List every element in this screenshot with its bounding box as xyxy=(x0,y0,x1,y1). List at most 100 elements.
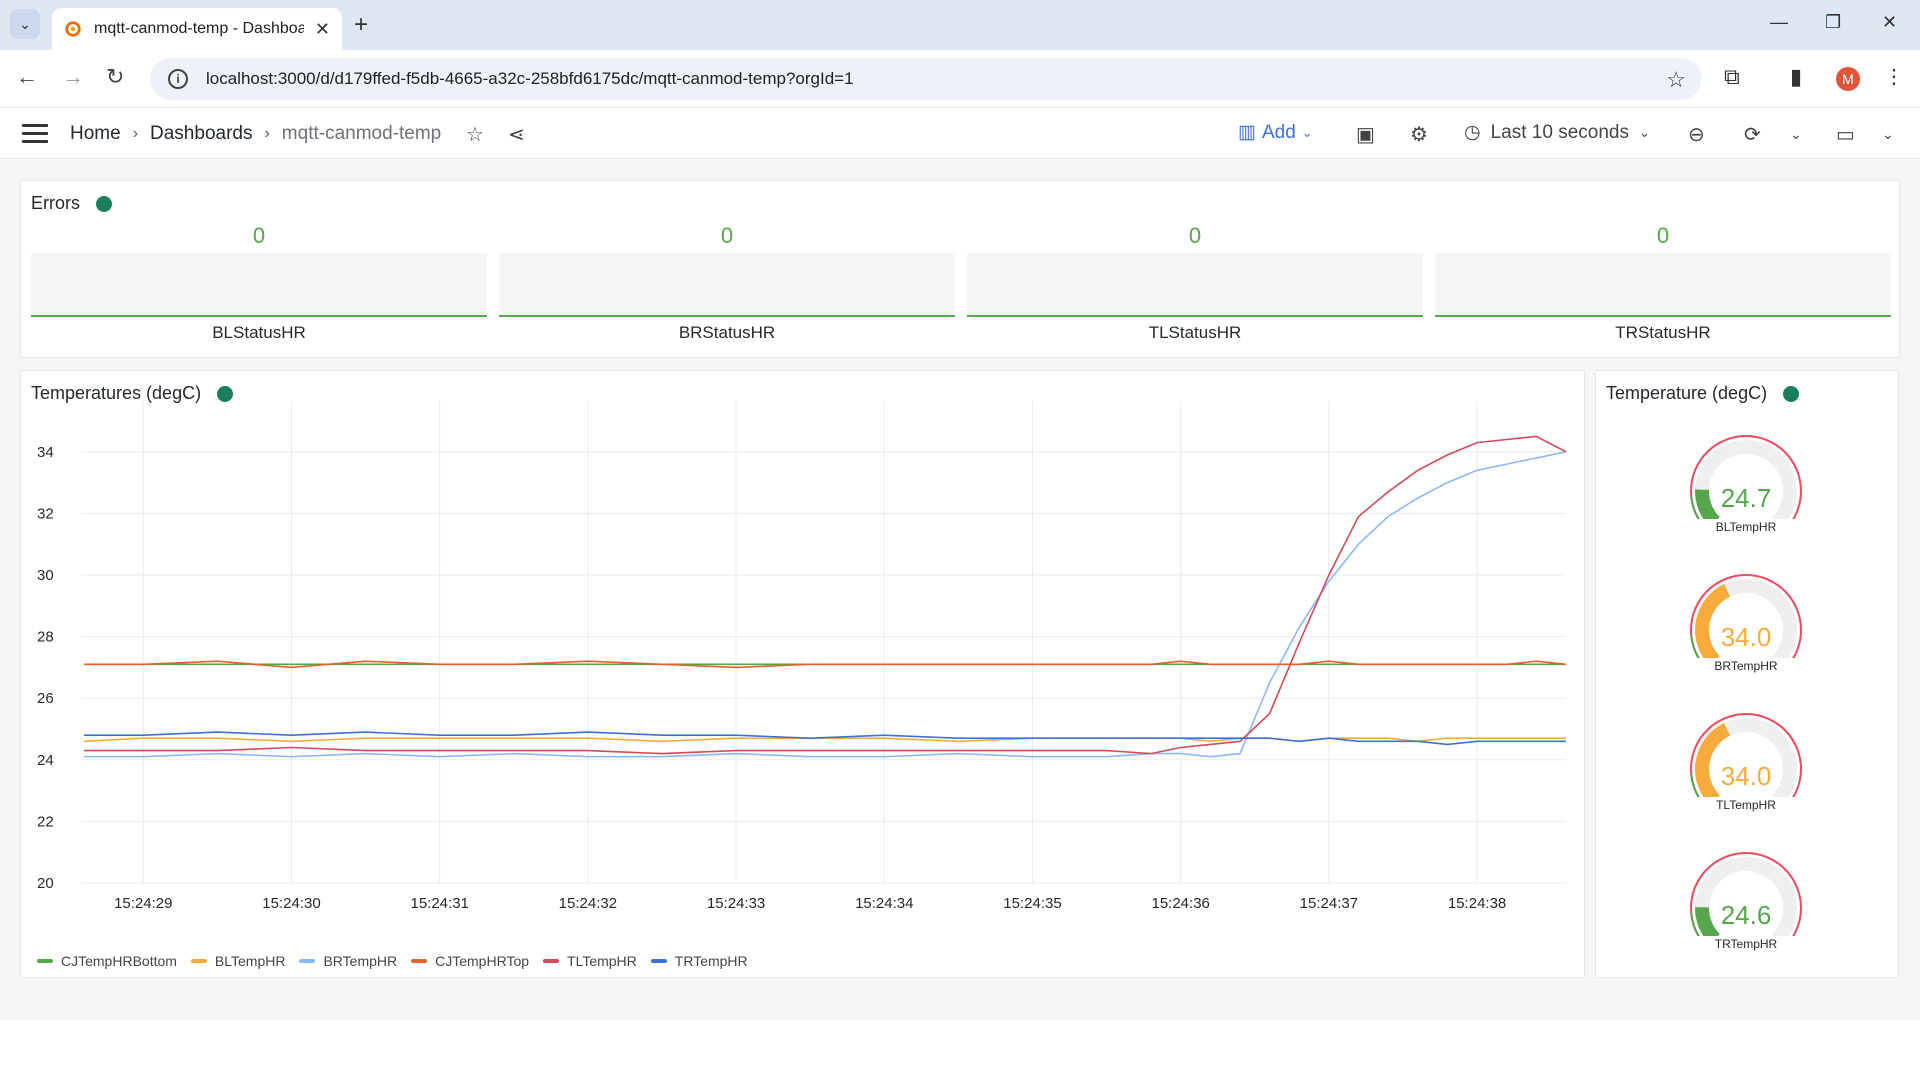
series-line-BRTempHR[interactable] xyxy=(84,451,1567,758)
stat-sparkline xyxy=(31,253,487,317)
dashboard-canvas: Errors 0 BLStatusHR 0 BRStatusHR 0 TLSta… xyxy=(0,160,1920,1020)
chevron-right-icon: › xyxy=(132,125,139,142)
tab-close-icon[interactable]: ✕ xyxy=(315,19,330,40)
clock-icon: ◷ xyxy=(1464,122,1481,143)
stat-label: BRStatusHR xyxy=(678,323,776,342)
refresh-interval-chevron-icon[interactable]: ⌄ xyxy=(1790,126,1802,143)
stat-br: 0 BRStatusHR xyxy=(499,223,955,343)
gauge-TLTempHR: 34.0 TLTempHR xyxy=(1686,707,1806,812)
legend-swatch-icon xyxy=(543,959,560,963)
legend-label: BLTempHR xyxy=(214,953,286,969)
legend-item[interactable]: BRTempHR xyxy=(299,953,397,969)
breadcrumb-current: mqtt-canmod-temp xyxy=(281,123,442,144)
refresh-icon[interactable]: ⟳ xyxy=(1744,122,1761,147)
legend-swatch-icon xyxy=(37,959,53,963)
legend-item[interactable]: BLTempHR xyxy=(190,953,286,969)
add-panel-icon: ▥ xyxy=(1238,122,1256,143)
view-mode-chevron-icon[interactable]: ⌄ xyxy=(1882,126,1894,143)
tab-search-button[interactable]: ⌄ xyxy=(10,9,40,39)
time-range-label: Last 10 seconds xyxy=(1490,121,1629,143)
y-tick-label: 22 xyxy=(37,813,54,830)
x-tick-label: 15:24:31 xyxy=(410,895,468,912)
gauge-value: 34.0 xyxy=(1721,622,1772,652)
stat-value: 0 xyxy=(720,223,734,248)
site-info-icon[interactable]: i xyxy=(168,69,188,89)
menu-icon[interactable] xyxy=(22,124,48,148)
x-tick-label: 15:24:32 xyxy=(559,895,617,912)
reload-icon[interactable]: ↻ xyxy=(106,64,124,90)
profile-avatar[interactable]: M xyxy=(1836,67,1860,91)
x-tick-label: 15:24:35 xyxy=(1003,895,1061,912)
y-tick-label: 26 xyxy=(37,690,54,707)
temperature-timeseries-chart[interactable]: 20 22 24 26 28 30 32 34 15:24:29 15:24:30 15:24:31… xyxy=(21,391,1586,951)
y-tick-label: 32 xyxy=(37,505,54,522)
stat-value: 0 xyxy=(252,223,266,248)
breadcrumb-dashboards[interactable]: Dashboards xyxy=(150,123,252,145)
x-tick-label: 15:24:37 xyxy=(1300,895,1358,912)
gear-icon[interactable]: ⚙ xyxy=(1410,122,1428,147)
series-line-TLTempHR[interactable] xyxy=(84,435,1567,755)
gauge-BRTempHR: 34.0 BRTempHR xyxy=(1686,568,1806,673)
add-label: Add xyxy=(1261,121,1296,143)
legend-label: TRTempHR xyxy=(674,953,748,969)
bookmark-star-icon[interactable]: ☆ xyxy=(1666,67,1686,93)
zoom-out-icon[interactable]: ⊖ xyxy=(1688,122,1705,147)
tv-mode-icon[interactable]: ▭ xyxy=(1836,122,1855,147)
x-tick-label: 15:24:30 xyxy=(262,895,320,912)
legend-item[interactable]: TLTempHR xyxy=(543,953,637,969)
legend-swatch-icon xyxy=(411,959,428,963)
gauge-value-arc xyxy=(1695,906,1721,945)
gauge-dial: 24.6 xyxy=(1690,852,1802,948)
gauge-value: 34.0 xyxy=(1721,761,1772,791)
stat-tr: 0 TRStatusHR xyxy=(1435,223,1891,343)
window-close-icon[interactable]: ✕ xyxy=(1882,12,1897,33)
stat-tl: 0 TLStatusHR xyxy=(967,223,1423,343)
status-dot-icon xyxy=(96,195,112,212)
share-icon[interactable]: ⋖ xyxy=(508,122,525,147)
x-tick-label: 15:24:29 xyxy=(114,895,172,912)
chart-legend: CJTempHRBottom BLTempHR BRTempHR CJTempHRTo… xyxy=(37,953,748,969)
browser-tab[interactable]: mqtt-canmod-temp - Dashboar ✕ xyxy=(52,8,342,50)
x-tick-label: 15:24:34 xyxy=(855,895,913,912)
legend-swatch-icon xyxy=(650,959,667,963)
stat-value: 0 xyxy=(1656,223,1670,248)
chevron-down-icon: ⌄ xyxy=(1301,124,1313,140)
legend-item[interactable]: CJTempHRBottom xyxy=(37,953,177,969)
x-tick-label: 15:24:36 xyxy=(1151,895,1209,912)
time-range-picker[interactable]: ◷ Last 10 seconds ⌄ xyxy=(1464,121,1650,144)
gauge-BLTempHR: 24.7 BLTempHR xyxy=(1686,429,1806,534)
temperatures-panel: Temperatures (degC) 20 22 24 26 28 30 32 34 15:2… xyxy=(20,370,1585,978)
save-icon[interactable]: ▣ xyxy=(1356,122,1375,147)
gauge-value: 24.6 xyxy=(1721,900,1772,930)
gauge-dial: 24.7 xyxy=(1690,435,1802,531)
extensions-icon[interactable]: ⧉ xyxy=(1724,64,1740,90)
stat-sparkline xyxy=(499,253,955,317)
forward-icon[interactable]: → xyxy=(62,64,84,90)
new-tab-button[interactable]: + xyxy=(354,11,368,39)
star-icon[interactable]: ☆ xyxy=(466,122,484,147)
gauge-label: TRTempHR xyxy=(1714,937,1778,951)
browser-menu-icon[interactable]: ⋮ xyxy=(1884,64,1904,89)
browser-toolbar: ← → ↻ i localhost:3000/d/d179ffed-f5db-4… xyxy=(0,50,1920,108)
side-panel-icon[interactable]: ▮ xyxy=(1790,64,1802,90)
stat-label: TRStatusHR xyxy=(1615,323,1711,342)
restore-icon[interactable]: ❐ xyxy=(1825,12,1841,33)
legend-item[interactable]: TRTempHR xyxy=(650,953,748,969)
minimize-icon[interactable]: — xyxy=(1770,12,1788,33)
breadcrumb-home[interactable]: Home xyxy=(70,123,121,145)
legend-swatch-icon xyxy=(299,959,316,963)
y-tick-label: 34 xyxy=(37,444,54,461)
gauge-title: Temperature (degC) xyxy=(1606,383,1768,403)
add-button[interactable]: ▥ Add ⌄ xyxy=(1238,121,1313,144)
panel-title: Errors xyxy=(31,193,112,214)
address-bar[interactable]: i localhost:3000/d/d179ffed-f5db-4665-a3… xyxy=(150,58,1702,100)
stat-label: BLStatusHR xyxy=(212,323,306,342)
grafana-topnav: Home › Dashboards › mqtt-canmod-temp ☆ ⋖… xyxy=(0,109,1920,159)
y-tick-label: 20 xyxy=(37,875,54,892)
gauge-value: 24.7 xyxy=(1721,483,1772,513)
legend-label: TLTempHR xyxy=(567,953,637,969)
url-text[interactable]: localhost:3000/d/d179ffed-f5db-4665-a32c… xyxy=(206,69,854,89)
legend-label: BRTempHR xyxy=(323,953,398,969)
legend-item[interactable]: CJTempHRTop xyxy=(411,953,529,969)
back-icon[interactable]: ← xyxy=(16,64,38,90)
